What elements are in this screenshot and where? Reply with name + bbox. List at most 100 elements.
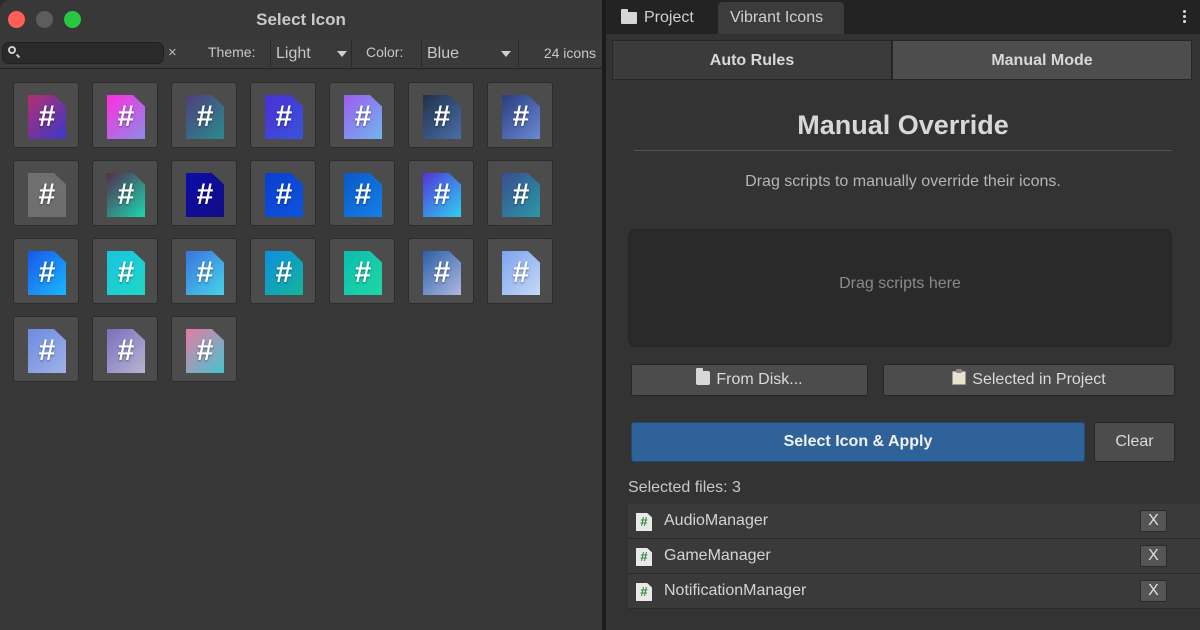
- hash-glyph: #: [512, 100, 530, 133]
- hash-glyph: #: [38, 178, 56, 211]
- theme-label: Theme:: [208, 44, 256, 60]
- hash-glyph: #: [196, 334, 214, 367]
- script-file-icon: #: [423, 251, 461, 295]
- window-title: Select Icon: [256, 10, 346, 29]
- icon-option-7[interactable]: #: [487, 82, 553, 148]
- vibrant-icons-window: Project Vibrant Icons Auto Rules Manual …: [606, 0, 1200, 630]
- search-input[interactable]: [21, 44, 160, 62]
- file-name: NotificationManager: [664, 582, 807, 599]
- theme-dropdown[interactable]: Light: [270, 40, 351, 67]
- icon-option-21[interactable]: #: [487, 238, 553, 304]
- theme-value: Light: [276, 45, 311, 62]
- script-file-icon: #: [107, 95, 145, 139]
- icon-option-12[interactable]: #: [329, 160, 395, 226]
- icon-option-24[interactable]: #: [171, 316, 237, 382]
- icon-option-9[interactable]: #: [92, 160, 158, 226]
- icon-option-10[interactable]: #: [171, 160, 237, 226]
- hash-glyph: #: [117, 334, 135, 367]
- folder-icon: [621, 9, 637, 24]
- script-file-icon: #: [186, 329, 224, 373]
- icon-option-20[interactable]: #: [408, 238, 474, 304]
- script-file-icon: #: [423, 173, 461, 217]
- section-title: Manual Override: [797, 110, 1009, 140]
- clear-button[interactable]: Clear: [1094, 422, 1175, 462]
- selected-in-project-label: Selected in Project: [972, 371, 1106, 388]
- select-icon-apply-button[interactable]: Select Icon & Apply: [631, 422, 1085, 462]
- file-row: AudioManager X: [628, 504, 1200, 539]
- hash-glyph: #: [354, 256, 372, 289]
- csharp-script-icon: [636, 548, 652, 566]
- remove-file-button[interactable]: X: [1140, 510, 1167, 532]
- hash-glyph: #: [117, 100, 135, 133]
- selected-in-project-button[interactable]: Selected in Project: [883, 364, 1175, 396]
- section-description: Drag scripts to manually override their …: [745, 173, 1061, 190]
- tab-vibrant-icons-label: Vibrant Icons: [730, 9, 824, 26]
- color-dropdown[interactable]: Blue: [421, 40, 518, 67]
- script-drop-zone[interactable]: Drag scripts here: [628, 229, 1172, 347]
- icon-option-2[interactable]: #: [92, 82, 158, 148]
- from-disk-button[interactable]: From Disk...: [631, 364, 868, 396]
- tab-bar: Project Vibrant Icons: [606, 0, 1200, 34]
- more-options-icon[interactable]: [1183, 10, 1186, 25]
- hash-glyph: #: [117, 178, 135, 211]
- file-row: GameManager X: [628, 539, 1200, 574]
- hash-glyph: #: [275, 100, 293, 133]
- icon-count: 24 icons: [518, 40, 602, 67]
- csharp-script-icon: [636, 583, 652, 601]
- script-file-icon: #: [28, 329, 66, 373]
- hash-glyph: #: [196, 178, 214, 211]
- mode-switch: Auto Rules Manual Mode: [612, 40, 1194, 80]
- drop-zone-hint: Drag scripts here: [839, 275, 961, 292]
- icon-option-8[interactable]: #: [13, 160, 79, 226]
- icon-option-1[interactable]: #: [13, 82, 79, 148]
- auto-rules-button[interactable]: Auto Rules: [612, 40, 892, 80]
- chevron-down-icon: [337, 51, 347, 57]
- remove-file-button[interactable]: X: [1140, 580, 1167, 602]
- hash-glyph: #: [275, 256, 293, 289]
- icon-toolbar: × Theme: Light Color: Blue 24 icons: [0, 40, 602, 69]
- hash-glyph: #: [196, 256, 214, 289]
- icon-option-6[interactable]: #: [408, 82, 474, 148]
- icon-option-19[interactable]: #: [329, 238, 395, 304]
- script-file-icon: #: [28, 173, 66, 217]
- hash-glyph: #: [512, 256, 530, 289]
- title-divider: [634, 150, 1172, 151]
- script-file-icon: #: [107, 173, 145, 217]
- script-file-icon: #: [502, 173, 540, 217]
- tab-project-label: Project: [644, 9, 694, 26]
- icon-option-17[interactable]: #: [171, 238, 237, 304]
- icon-option-16[interactable]: #: [92, 238, 158, 304]
- remove-file-button[interactable]: X: [1140, 545, 1167, 567]
- script-file-icon: #: [265, 251, 303, 295]
- csharp-script-icon: [636, 513, 652, 531]
- selected-files-count: Selected files: 3: [628, 479, 741, 496]
- icon-option-11[interactable]: #: [250, 160, 316, 226]
- icon-option-22[interactable]: #: [13, 316, 79, 382]
- icon-option-4[interactable]: #: [250, 82, 316, 148]
- select-icon-window: Select Icon × Theme: Light Color: Blue 2…: [0, 0, 602, 630]
- icon-option-14[interactable]: #: [487, 160, 553, 226]
- clipboard-icon: [952, 369, 967, 385]
- icon-option-18[interactable]: #: [250, 238, 316, 304]
- icon-option-15[interactable]: #: [13, 238, 79, 304]
- tab-vibrant-icons[interactable]: Vibrant Icons: [718, 2, 844, 34]
- manual-mode-panel: Auto Rules Manual Mode Manual Override D…: [606, 34, 1200, 630]
- hash-glyph: #: [38, 256, 56, 289]
- file-name: AudioManager: [664, 512, 769, 529]
- script-file-icon: #: [186, 251, 224, 295]
- script-file-icon: #: [28, 95, 66, 139]
- tab-project[interactable]: Project: [610, 2, 718, 34]
- search-box[interactable]: [2, 42, 164, 64]
- script-file-icon: #: [107, 251, 145, 295]
- icon-option-23[interactable]: #: [92, 316, 158, 382]
- script-file-icon: #: [265, 95, 303, 139]
- script-file-icon: #: [28, 251, 66, 295]
- script-file-icon: #: [502, 95, 540, 139]
- hash-glyph: #: [433, 256, 451, 289]
- icon-option-5[interactable]: #: [329, 82, 395, 148]
- icon-option-3[interactable]: #: [171, 82, 237, 148]
- clear-search-button[interactable]: ×: [168, 44, 177, 61]
- icon-option-13[interactable]: #: [408, 160, 474, 226]
- manual-mode-button[interactable]: Manual Mode: [892, 40, 1192, 80]
- from-disk-label: From Disk...: [716, 371, 803, 388]
